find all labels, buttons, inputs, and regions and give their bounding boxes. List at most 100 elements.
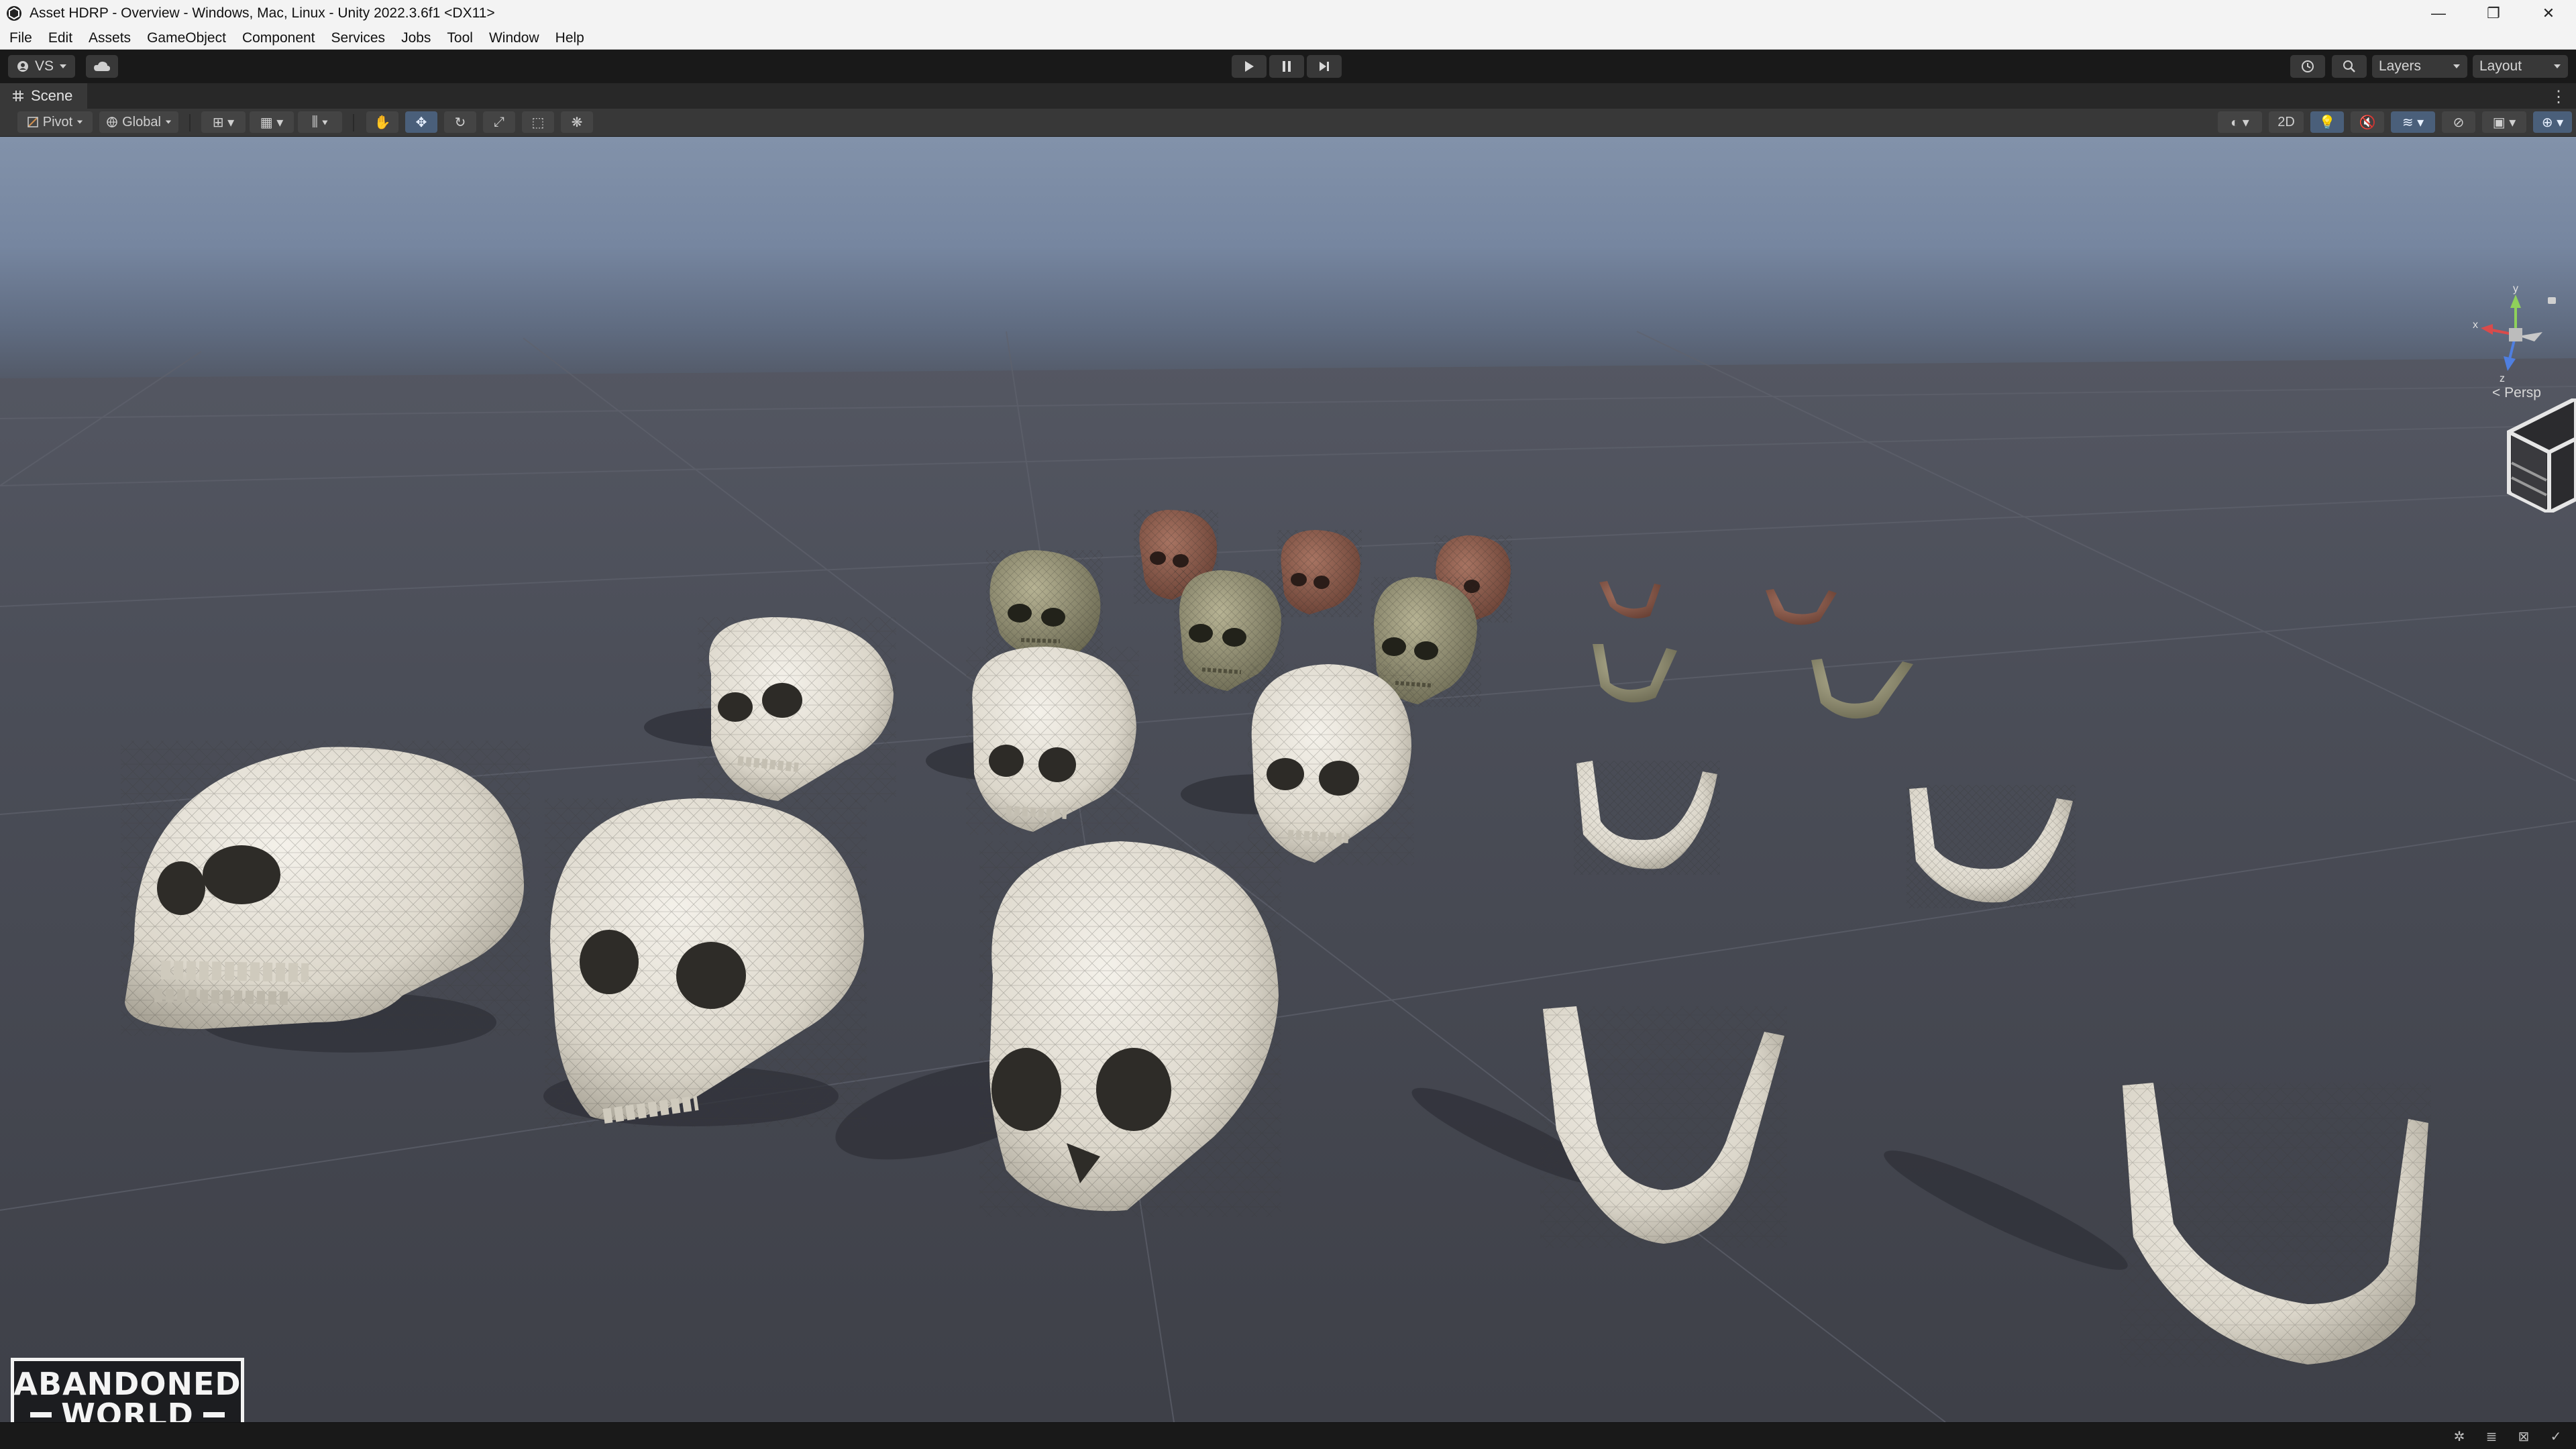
main-toolbar: VS Layers Layout	[0, 50, 2576, 83]
globe-icon	[107, 117, 117, 128]
gizmo-y-label: y	[2513, 283, 2518, 294]
menu-services[interactable]: Services	[323, 30, 394, 46]
step-button[interactable]	[1307, 55, 1342, 78]
draw-mode-dropdown[interactable]: ◐ ▾	[2218, 111, 2262, 133]
gizmos-icon: ⊕ ▾	[2541, 115, 2564, 130]
scene-tab-label: Scene	[31, 87, 73, 104]
scene-viewport[interactable]: y x z < Persp ABANDONED WORLD	[0, 137, 2576, 1422]
gizmo-z-label: z	[2500, 373, 2505, 384]
tab-scene[interactable]: Scene	[0, 83, 88, 109]
rect-tool-button[interactable]: ⬚	[522, 111, 554, 133]
skull-white-large-1	[121, 741, 530, 1036]
skull-white-small-3	[1248, 664, 1414, 865]
layers-label: Layers	[2379, 58, 2422, 74]
scene-tab-strip: Scene ⋮	[0, 83, 2576, 109]
menu-assets[interactable]: Assets	[80, 30, 139, 46]
chevron-down-icon	[2554, 64, 2561, 68]
hand-icon: ✋	[374, 115, 391, 130]
close-button[interactable]: ✕	[2521, 0, 2576, 27]
skull-white-small-1	[698, 617, 896, 802]
skull-white-large-3	[979, 841, 1281, 1217]
camera-icon: ▣ ▾	[2492, 115, 2516, 130]
search-button[interactable]	[2332, 55, 2367, 78]
global-dropdown[interactable]: Global	[99, 111, 178, 133]
global-label: Global	[122, 114, 161, 129]
sky	[0, 137, 2576, 378]
gizmo-lock-icon[interactable]	[2548, 297, 2556, 304]
skull-white-small-2	[966, 647, 1139, 835]
account-dropdown[interactable]: VS	[8, 55, 75, 78]
grid-snap-dropdown[interactable]: ⊞ ▾	[201, 111, 246, 133]
menu-help[interactable]: Help	[547, 30, 592, 46]
status-bar: ✲ ≣ ⊠ ✓	[0, 1422, 2576, 1449]
pause-button[interactable]	[1269, 55, 1304, 78]
jaw-white-large-1	[1540, 1006, 1787, 1248]
scale-tool-button[interactable]: ⤢	[483, 111, 515, 133]
mute-icon: 🔇	[2359, 115, 2376, 130]
toolbar-divider	[189, 114, 191, 131]
increment-snap-icon: ▦ ▾	[260, 115, 284, 130]
scale-icon: ⤢	[494, 114, 504, 129]
playmode-controls	[1232, 55, 1342, 78]
check-icon[interactable]: ✓	[2548, 1428, 2564, 1444]
gizmo-x-label: x	[2473, 319, 2478, 331]
network-icon[interactable]: ⊠	[2516, 1428, 2532, 1444]
menu-component[interactable]: Component	[234, 30, 323, 46]
pivot-icon	[28, 117, 38, 127]
title-bar: Asset HDRP - Overview - Windows, Mac, Li…	[0, 0, 2576, 27]
pivot-label: Pivot	[42, 114, 73, 129]
transform-tool-button[interactable]: ❋	[561, 111, 593, 133]
layers-dropdown[interactable]: Layers	[2372, 55, 2467, 78]
cloud-button[interactable]	[86, 55, 118, 78]
align-dropdown[interactable]: ⫼ ▾	[298, 111, 342, 133]
menu-tool[interactable]: Tool	[439, 30, 481, 46]
minimize-button[interactable]: —	[2411, 0, 2466, 27]
scene-render	[0, 137, 2576, 1422]
menu-jobs[interactable]: Jobs	[393, 30, 439, 46]
increment-snap-dropdown[interactable]: ▦ ▾	[250, 111, 294, 133]
logo-line-1: ABANDONED	[13, 1366, 241, 1402]
scene-grid-icon	[13, 91, 23, 101]
menu-bar: File Edit Assets GameObject Component Se…	[0, 27, 2576, 50]
scene-toolbar: Pivot Global ⊞ ▾ ▦ ▾ ⫼ ▾ ✋ ✥ ↻ ⤢ ⬚ ❋ ◐ ▾…	[0, 109, 2576, 137]
menu-edit[interactable]: Edit	[40, 30, 80, 46]
menu-gameobject[interactable]: GameObject	[139, 30, 234, 46]
effects-dropdown[interactable]: ≋ ▾	[2391, 111, 2435, 133]
stack-icon[interactable]: ≣	[2483, 1428, 2500, 1444]
transform-icon: ❋	[571, 115, 583, 130]
close-icon: ✕	[2542, 5, 2555, 21]
undo-history-button[interactable]	[2290, 55, 2325, 78]
layout-dropdown[interactable]: Layout	[2473, 55, 2568, 78]
restore-icon: ❐	[2487, 5, 2500, 21]
bug-icon[interactable]: ✲	[2451, 1428, 2467, 1444]
chevron-down-icon	[60, 64, 66, 68]
2d-mode-button[interactable]: 2D	[2269, 111, 2304, 133]
hidden-objects-toggle[interactable]: ⊘	[2442, 111, 2475, 133]
move-tool-button[interactable]: ✥	[405, 111, 437, 133]
camera-dropdown[interactable]: ▣ ▾	[2482, 111, 2526, 133]
restore-button[interactable]: ❐	[2466, 0, 2521, 27]
orientation-gizmo[interactable]: y x z	[2469, 281, 2563, 402]
search-icon	[2343, 60, 2355, 72]
step-icon	[1320, 62, 1329, 71]
2d-label: 2D	[2277, 114, 2295, 129]
shading-icon: ◐ ▾	[2231, 115, 2249, 130]
toolbar-divider	[353, 114, 354, 131]
chevron-down-icon	[77, 120, 83, 124]
status-icons: ✲ ≣ ⊠ ✓	[2451, 1428, 2564, 1444]
audio-toggle[interactable]: 🔇	[2351, 111, 2384, 133]
rotate-tool-button[interactable]: ↻	[444, 111, 476, 133]
tab-menu-icon[interactable]: ⋮	[2551, 87, 2567, 107]
eye-slash-icon: ⊘	[2453, 115, 2465, 130]
lighting-toggle[interactable]: 💡	[2310, 111, 2344, 133]
menu-window[interactable]: Window	[481, 30, 547, 46]
hand-tool-button[interactable]: ✋	[366, 111, 398, 133]
jaw-white-mid-2	[1907, 785, 2076, 908]
logo-line-2: WORLD	[61, 1397, 194, 1422]
play-button[interactable]	[1232, 55, 1267, 78]
layout-label: Layout	[2479, 58, 2522, 74]
menu-file[interactable]: File	[0, 30, 40, 46]
pivot-dropdown[interactable]: Pivot	[17, 111, 93, 133]
chevron-down-icon	[165, 120, 172, 124]
gizmos-dropdown[interactable]: ⊕ ▾	[2533, 111, 2572, 133]
